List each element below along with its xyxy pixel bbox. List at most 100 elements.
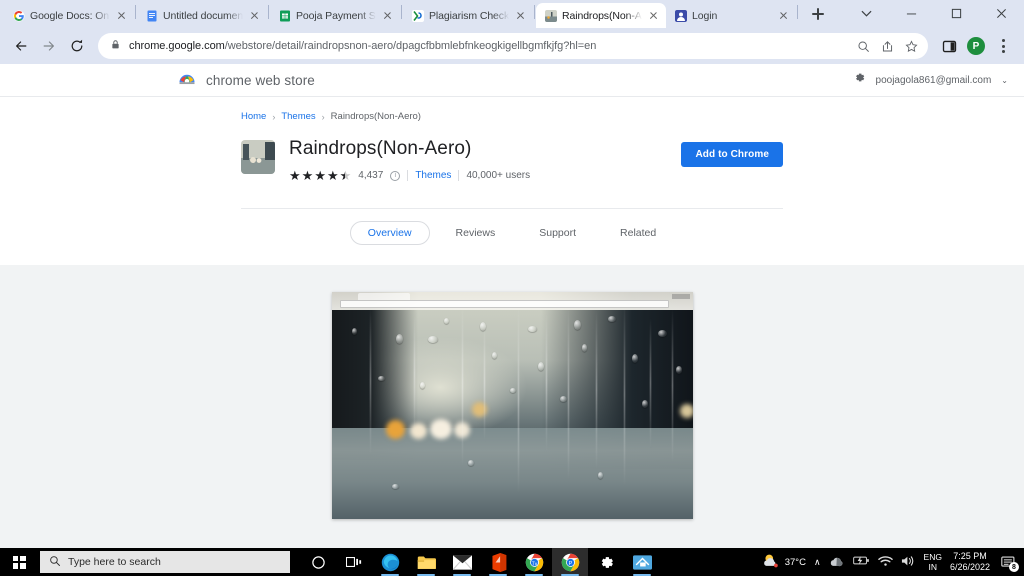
tab-title: Google Docs: Online [30,9,110,22]
task-view-icon[interactable] [336,548,372,576]
add-to-chrome-button[interactable]: Add to Chrome [681,142,783,167]
plagiarism-checker-icon [412,9,424,22]
item-stats: ★ ★ ★ ★ ★ 4,437 i Themes [289,169,681,182]
browser-tab-active[interactable]: Raindrops(Non-Aero) [536,3,666,28]
language-indicator[interactable]: ENG IN [924,552,942,572]
browser-tab[interactable]: Login [666,3,796,28]
cortana-icon[interactable] [300,548,336,576]
clock-time: 7:25 PM [953,551,987,561]
microsoft-office-icon[interactable] [480,548,516,576]
chrome-browser-window: Google Docs: Online Untitled document - … [0,0,1024,548]
microsoft-edge-icon[interactable] [372,548,408,576]
tab-overview[interactable]: Overview [349,221,430,245]
tab-related[interactable]: Related [602,221,674,245]
close-icon[interactable] [115,9,128,22]
share-icon[interactable] [876,35,898,57]
tab-support[interactable]: Support [521,221,594,245]
google-docs-icon [146,10,158,22]
divider [458,170,460,181]
close-icon[interactable] [777,9,790,22]
browser-tab[interactable]: Untitled document - G [137,3,267,28]
bookmark-star-icon[interactable] [900,35,922,57]
close-icon[interactable] [647,9,660,22]
tab-title: Plagiarism Checker - [429,9,509,22]
search-icon [49,555,61,570]
login-app-icon [675,9,687,22]
rating-count: 4,437 [358,170,384,181]
blue-app-icon[interactable] [624,548,660,576]
reload-button[interactable] [64,33,90,59]
google-docs-home-icon [13,10,25,22]
file-explorer-icon[interactable] [408,548,444,576]
browser-toolbar: chrome.google.com/webstore/detail/raindr… [0,28,1024,64]
star-icon: ★ [326,168,339,183]
breadcrumb-separator: › [272,111,276,122]
chevron-down-icon[interactable]: ⌄ [1001,76,1008,85]
close-icon[interactable] [381,9,394,22]
chrome-web-store-icon [178,71,196,89]
chrome-web-store-page: chrome web store poojagola861@gmail.com … [0,64,1024,265]
notification-icon[interactable]: 8 [998,553,1019,572]
weather-widget[interactable]: 37°C [762,553,806,571]
battery-icon[interactable] [852,555,870,569]
side-panel-icon[interactable] [936,33,962,59]
new-tab-button[interactable] [805,1,831,27]
tab-separator [797,4,798,19]
address-bar[interactable]: chrome.google.com/webstore/detail/raindr… [98,33,928,59]
maximize-button[interactable] [934,0,979,26]
svg-text:P: P [568,561,572,567]
info-icon[interactable]: i [390,170,401,181]
url-text: chrome.google.com/webstore/detail/raindr… [129,40,844,52]
forward-button[interactable] [36,33,62,59]
tab-title: Untitled document - G [163,9,243,22]
account-area: poojagola861@gmail.com ⌄ [853,71,1008,89]
browser-tab[interactable]: Plagiarism Checker - [403,3,533,28]
volume-icon[interactable] [901,555,916,570]
close-icon[interactable] [248,9,261,22]
account-email[interactable]: poojagola861@gmail.com [876,75,992,86]
wifi-icon[interactable] [877,555,893,570]
breadcrumb-category[interactable]: Themes [281,111,315,122]
show-hidden-icons-chevron[interactable]: ∧ [814,557,821,568]
page-viewport: chrome web store poojagola861@gmail.com … [0,64,1024,548]
theme-preview-image[interactable] [331,292,693,519]
item-category-link[interactable]: Themes [415,170,451,181]
partly-sunny-icon [762,553,779,571]
window-controls [844,0,1024,28]
user-count: 40,000+ users [466,170,531,181]
breadcrumb-home[interactable]: Home [241,111,266,122]
language-region: IN [928,562,937,572]
browser-tab[interactable]: Pooja Payment Sheet [270,3,400,28]
item-thumbnail [241,140,275,174]
language-primary: ENG [923,552,942,562]
windows-taskbar: Type here to search Tv P 37°C ∧ ENG IN 7… [0,548,1024,576]
chrome-tv-icon[interactable]: Tv [516,548,552,576]
item-meta: Raindrops(Non-Aero) ★ ★ ★ ★ ★ 4,437 [289,136,681,182]
store-body: Home › Themes › Raindrops(Non-Aero) Rain… [0,97,1024,259]
search-icon[interactable] [852,35,874,57]
system-tray: 37°C ∧ ENG IN 7:25 PM 6/26/2022 8 [762,551,1024,573]
close-button[interactable] [979,0,1024,26]
back-button[interactable] [8,33,34,59]
profile-avatar[interactable]: P [967,37,985,55]
three-dot-menu[interactable] [990,33,1016,59]
clock[interactable]: 7:25 PM 6/26/2022 [950,551,990,573]
search-input[interactable]: Type here to search [40,551,290,573]
search-placeholder: Type here to search [68,556,161,568]
windows-start-icon[interactable] [0,548,38,576]
store-logo[interactable]: chrome web store [178,71,315,89]
temperature-label: 37°C [784,556,806,568]
store-tabs: Overview Reviews Support Related [231,209,793,259]
item-header: Raindrops(Non-Aero) ★ ★ ★ ★ ★ 4,437 [231,122,793,182]
mail-icon[interactable] [444,548,480,576]
settings-gear-icon[interactable] [588,548,624,576]
close-icon[interactable] [514,9,527,22]
browser-tab[interactable]: Google Docs: Online [4,3,134,28]
gear-icon[interactable] [853,71,866,89]
minimize-button[interactable] [889,0,934,26]
tab-reviews[interactable]: Reviews [438,221,514,245]
onedrive-icon[interactable] [829,555,845,570]
content-container: Home › Themes › Raindrops(Non-Aero) Rain… [231,111,793,259]
chrome-icon[interactable]: P [552,548,588,576]
tab-search-icon[interactable] [844,0,889,26]
